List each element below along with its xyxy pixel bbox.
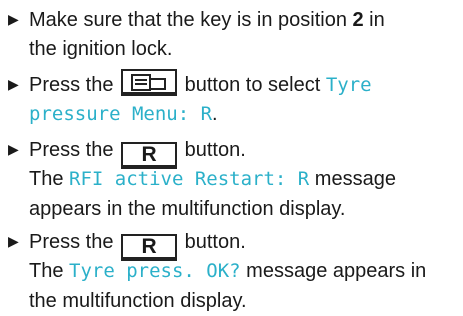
- step-text: Make sure that the key is in position: [29, 9, 353, 31]
- step-text: the ignition lock.: [29, 38, 173, 60]
- menu-window-key-icon: [121, 69, 178, 96]
- triangle-bullet-icon: ▶: [8, 11, 19, 27]
- step-text: the multifunction display.: [29, 290, 247, 312]
- step-text: .: [212, 103, 218, 125]
- instruction-document: ▶ Make sure that the key is in position 2…: [0, 0, 463, 316]
- display-message: Tyre press. OK?: [69, 260, 241, 282]
- instruction-step-2: ▶ Press the button to select Tyre pressur…: [8, 69, 458, 129]
- step-text: message: [309, 168, 396, 190]
- step-text: button to select: [179, 74, 326, 96]
- step-text: Press the: [29, 139, 120, 161]
- triangle-bullet-icon: ▶: [8, 76, 19, 92]
- step-text: appears in the multifunction display.: [29, 198, 346, 220]
- display-message: RFI active Restart: R: [69, 168, 310, 190]
- key-position-value: 2: [352, 9, 364, 31]
- step-text: button.: [179, 231, 246, 253]
- triangle-bullet-icon: ▶: [8, 141, 19, 157]
- instruction-step-4: ▶ Press the R button. The Tyre press. OK?…: [8, 226, 458, 316]
- step-text: Press the: [29, 231, 120, 253]
- step-text: button.: [179, 139, 246, 161]
- step-text: Press the: [29, 74, 120, 96]
- step-text: The: [29, 168, 70, 190]
- step-text: The: [29, 260, 70, 282]
- display-message: Tyre: [325, 74, 372, 96]
- instruction-step-1: ▶ Make sure that the key is in position 2…: [8, 4, 458, 64]
- step-text: message appears in: [240, 260, 427, 282]
- instruction-step-3: ▶ Press the R button. The RFI active Rest…: [8, 134, 458, 224]
- step-text: in: [363, 9, 385, 31]
- triangle-bullet-icon: ▶: [8, 233, 19, 249]
- display-message: pressure Menu: R: [29, 103, 213, 125]
